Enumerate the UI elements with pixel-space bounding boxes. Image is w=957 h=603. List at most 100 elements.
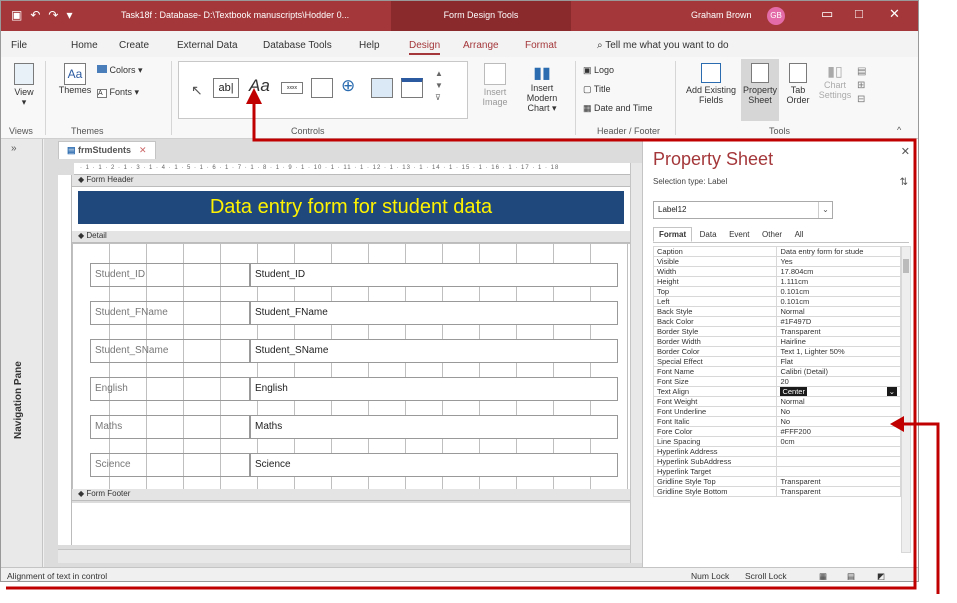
colors-button[interactable]: Colors ▾ bbox=[97, 65, 143, 76]
property-sheet-button[interactable]: Property Sheet bbox=[741, 59, 779, 121]
property-value[interactable]: Transparent bbox=[776, 476, 901, 487]
property-row[interactable]: Height 1.111cm bbox=[652, 276, 901, 287]
tab-all[interactable]: All bbox=[790, 228, 809, 241]
property-row[interactable]: Border Width Hairline bbox=[652, 336, 901, 347]
save-icon[interactable]: ▣ bbox=[11, 8, 22, 22]
field-textbox[interactable]: Maths bbox=[250, 415, 618, 439]
property-value[interactable]: Text 1, Lighter 50% bbox=[776, 346, 901, 357]
tools-small-icons[interactable]: ▤ ⊞ ⊟ bbox=[857, 65, 866, 107]
label-control-icon[interactable]: Aa bbox=[249, 76, 270, 96]
navigation-pane[interactable]: » Navigation Pane bbox=[1, 139, 43, 567]
property-row[interactable]: Font Italic No bbox=[652, 416, 901, 427]
property-row[interactable]: Gridline Style Bottom Transparent bbox=[652, 486, 901, 497]
property-value[interactable]: 1.111cm bbox=[776, 276, 901, 287]
property-scrollbar[interactable] bbox=[901, 246, 911, 553]
controls-more-icon[interactable]: ▲ ▼ ⊽ bbox=[435, 68, 443, 104]
property-value[interactable]: Transparent bbox=[776, 486, 901, 497]
property-row[interactable]: Font Name Calibri (Detail) bbox=[652, 366, 901, 377]
property-row[interactable]: Border Style Transparent bbox=[652, 326, 901, 337]
property-row[interactable]: Back Color #1F497D bbox=[652, 316, 901, 327]
property-value[interactable]: Flat bbox=[776, 356, 901, 367]
property-row[interactable]: Top 0.101cm bbox=[652, 286, 901, 297]
property-value[interactable]: 0.101cm bbox=[776, 296, 901, 307]
sort-icon[interactable]: ⇅ bbox=[900, 177, 908, 188]
property-value[interactable]: 0.101cm bbox=[776, 286, 901, 297]
tab-create[interactable]: Create bbox=[119, 40, 149, 51]
close-icon[interactable]: ✕ bbox=[901, 145, 910, 158]
select-pointer-icon[interactable]: ↖ bbox=[191, 82, 203, 99]
field-textbox[interactable]: Science bbox=[250, 453, 618, 477]
maximize-icon[interactable]: □ bbox=[855, 6, 863, 21]
web-browser-control-icon[interactable] bbox=[371, 78, 393, 98]
property-value[interactable] bbox=[776, 466, 901, 477]
field-textbox[interactable]: Student_SName bbox=[250, 339, 618, 363]
property-row[interactable]: Text Align Center ⌄ bbox=[652, 386, 901, 397]
property-value[interactable]: Transparent bbox=[776, 326, 901, 337]
field-textbox[interactable]: English bbox=[250, 377, 618, 401]
property-value[interactable]: No bbox=[776, 416, 901, 427]
insert-modern-chart-button[interactable]: ▮▮ Insert Modern Chart ▾ bbox=[515, 63, 569, 114]
header-title-label[interactable]: Data entry form for student data bbox=[78, 191, 624, 224]
customize-qat-icon[interactable]: ▾ bbox=[66, 8, 72, 22]
field-label[interactable]: English bbox=[90, 377, 250, 401]
tab-file[interactable]: File bbox=[11, 40, 27, 51]
property-value[interactable]: Center ⌄ bbox=[776, 386, 901, 397]
fonts-button[interactable]: A Fonts ▾ bbox=[97, 87, 139, 98]
property-value[interactable]: 17.804cm bbox=[776, 266, 901, 277]
avatar[interactable]: GB bbox=[767, 7, 785, 25]
scroll-thumb[interactable] bbox=[903, 259, 909, 273]
view-button[interactable]: View ▾ bbox=[9, 63, 39, 108]
chart-settings-button[interactable]: ▮▯ Chart Settings bbox=[817, 63, 853, 100]
textbox-control-icon[interactable]: ab| bbox=[213, 78, 239, 98]
tab-data[interactable]: Data bbox=[695, 228, 722, 241]
property-value[interactable] bbox=[776, 456, 901, 467]
vertical-scrollbar[interactable] bbox=[630, 163, 642, 563]
close-icon[interactable]: ✕ bbox=[139, 145, 147, 155]
tab-help[interactable]: Help bbox=[359, 40, 380, 51]
button-control-icon[interactable]: xxxx bbox=[281, 82, 303, 94]
design-view-icon[interactable]: ◩ bbox=[877, 571, 885, 581]
property-value[interactable] bbox=[776, 446, 901, 457]
collapse-ribbon-icon[interactable]: ^ bbox=[897, 125, 901, 135]
tab-design[interactable]: Design bbox=[409, 40, 441, 55]
tab-arrange[interactable]: Arrange bbox=[463, 40, 499, 51]
field-label[interactable]: Science bbox=[90, 453, 250, 477]
property-row[interactable]: Line Spacing 0cm bbox=[652, 436, 901, 447]
property-value[interactable]: Yes bbox=[776, 256, 901, 267]
hyperlink-control-icon[interactable]: ⊕ bbox=[341, 76, 355, 96]
tab-format[interactable]: Format bbox=[653, 227, 693, 242]
field-label[interactable]: Student_FName bbox=[90, 301, 250, 325]
field-textbox[interactable]: Student_FName bbox=[250, 301, 618, 325]
property-row[interactable]: Width 17.804cm bbox=[652, 266, 901, 277]
property-value[interactable]: Calibri (Detail) bbox=[776, 366, 901, 377]
field-label[interactable]: Student_ID bbox=[90, 263, 250, 287]
property-value[interactable]: #FFF200 bbox=[776, 426, 901, 437]
tab-event[interactable]: Event bbox=[724, 228, 754, 241]
detail-bar[interactable]: ◆ Detail bbox=[72, 231, 630, 243]
property-row[interactable]: Font Size 20 bbox=[652, 376, 901, 387]
property-row[interactable]: Hyperlink Address bbox=[652, 446, 901, 457]
property-value[interactable]: No bbox=[776, 406, 901, 417]
property-row[interactable]: Special Effect Flat bbox=[652, 356, 901, 367]
ribbon-display-options-icon[interactable]: ▭ bbox=[821, 6, 833, 22]
property-row[interactable]: Gridline Style Top Transparent bbox=[652, 476, 901, 487]
property-row[interactable]: Border Color Text 1, Lighter 50% bbox=[652, 346, 901, 357]
tab-database-tools[interactable]: Database Tools bbox=[263, 40, 332, 51]
property-row[interactable]: Fore Color #FFF200 bbox=[652, 426, 901, 437]
close-icon[interactable]: ✕ bbox=[889, 6, 900, 22]
property-row[interactable]: Font Weight Normal bbox=[652, 396, 901, 407]
user-name[interactable]: Graham Brown bbox=[691, 10, 752, 20]
insert-image-button[interactable]: Insert Image bbox=[475, 63, 515, 107]
property-row[interactable]: Visible Yes bbox=[652, 256, 901, 267]
tab-control-icon[interactable] bbox=[311, 78, 333, 98]
property-value[interactable]: Data entry form for stude bbox=[776, 246, 901, 257]
property-row[interactable]: Caption Data entry form for stude bbox=[652, 246, 901, 257]
property-value[interactable]: 0cm bbox=[776, 436, 901, 447]
logo-button[interactable]: ▣ Logo bbox=[583, 65, 614, 76]
add-existing-fields-button[interactable]: Add Existing Fields bbox=[681, 63, 741, 105]
layout-view-icon[interactable]: ▤ bbox=[847, 571, 855, 581]
form-footer-bar[interactable]: ◆ Form Footer bbox=[72, 489, 630, 501]
object-selector[interactable]: Label12 ⌄ bbox=[653, 201, 833, 219]
property-row[interactable]: Back Style Normal bbox=[652, 306, 901, 317]
tab-format[interactable]: Format bbox=[525, 40, 557, 51]
